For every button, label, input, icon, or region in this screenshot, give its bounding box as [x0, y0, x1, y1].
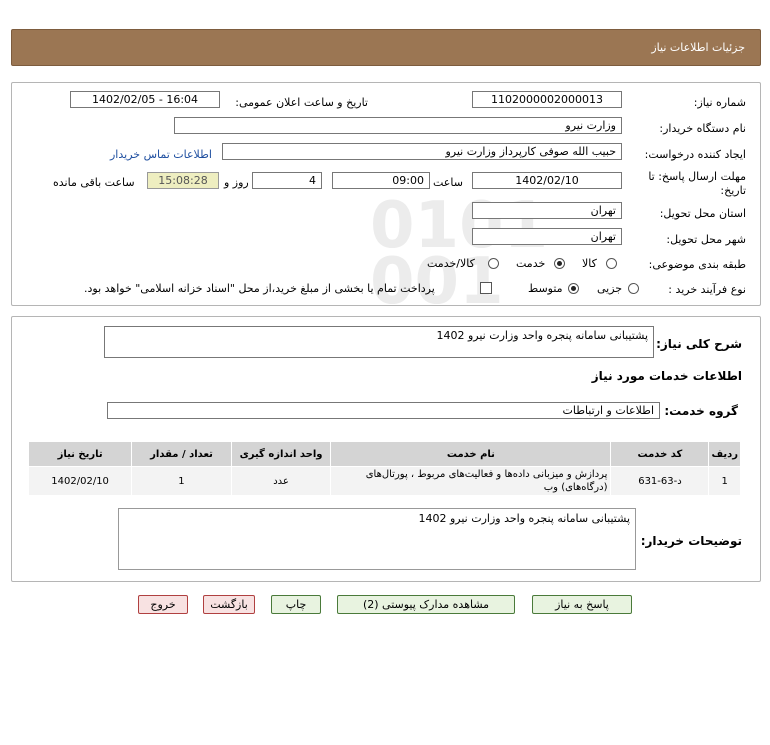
requester-field: حبیب الله صوفی کارپرداز وزارت نیرو [222, 143, 622, 160]
cell-row-number: 1 [708, 466, 741, 496]
process-option-minor: جزیی [597, 282, 623, 295]
treasury-payment-checkbox[interactable] [480, 282, 492, 294]
cell-service-name: پردازش و میزبانی داده‌ها و فعالیت‌های مر… [330, 466, 612, 496]
process-type-label: نوع فرآیند خرید : [668, 283, 746, 296]
service-group-label: گروه خدمت: [664, 404, 738, 418]
services-section-title: اطلاعات خدمات مورد نیاز [591, 369, 742, 383]
city-label: شهر محل تحویل: [666, 233, 746, 246]
back-button[interactable]: بازگشت [203, 595, 255, 614]
table-row: 1 د-63-631 پردازش و میزبانی داده‌ها و فع… [27, 466, 741, 496]
buyer-notes-label: توضیحات خریدار: [640, 534, 742, 548]
announce-date-field: 1402/02/05 - 16:04 [70, 91, 220, 108]
province-label: استان محل تحویل: [659, 207, 746, 220]
category-option-goods: کالا [582, 257, 597, 270]
category-radio-service[interactable] [554, 258, 565, 269]
need-number-field: 1102000002000013 [472, 91, 622, 108]
deadline-date-field: 1402/02/10 [472, 172, 622, 189]
col-service-code: کد خدمت [610, 441, 710, 467]
requester-label: ایجاد کننده درخواست: [644, 148, 746, 161]
process-radio-medium[interactable] [568, 283, 579, 294]
table-header-row: ردیف کد خدمت نام خدمت واحد اندازه گیری ت… [27, 441, 741, 467]
process-radio-minor[interactable] [628, 283, 639, 294]
cell-unit: عدد [230, 466, 332, 496]
need-number-label: شماره نیاز: [693, 96, 746, 109]
deadline-time-label: ساعت [433, 176, 463, 189]
deadline-label-date: تاریخ: [720, 184, 746, 197]
view-documents-button[interactable]: مشاهده مدارک پیوستی (2) [337, 595, 515, 614]
page-header: جزئیات اطلاعات نیاز [11, 29, 761, 66]
reply-button[interactable]: پاسخ به نیاز [532, 595, 632, 614]
cell-quantity: 1 [131, 466, 232, 496]
buyer-notes-field: پشتیبانی سامانه پنجره واحد وزارت نیرو 14… [118, 508, 636, 570]
services-table: ردیف کد خدمت نام خدمت واحد اندازه گیری ت… [27, 441, 741, 496]
remaining-time-label: ساعت باقی مانده [53, 176, 135, 189]
treasury-payment-note: پرداخت تمام یا بخشی از مبلغ خرید،از محل … [84, 282, 435, 295]
category-option-service: خدمت [516, 257, 546, 270]
buyer-org-label: نام دستگاه خریدار: [659, 122, 746, 135]
remaining-time-field: 15:08:28 [147, 172, 219, 189]
col-need-date: تاریخ نیاز [27, 441, 133, 467]
col-quantity: تعداد / مقدار [131, 441, 232, 467]
buyer-contact-link[interactable]: اطلاعات تماس خریدار [110, 148, 212, 161]
category-option-goods-service: کالا/خدمت [427, 257, 475, 270]
province-field: تهران [472, 202, 622, 219]
category-label: طبقه بندی موضوعی: [648, 258, 746, 271]
page-title: جزئیات اطلاعات نیاز [651, 41, 745, 54]
deadline-time-field: 09:00 [332, 172, 430, 189]
summary-label: شرح کلی نیاز: [656, 337, 742, 351]
cell-need-date: 1402/02/10 [27, 466, 133, 496]
col-service-name: نام خدمت [330, 441, 612, 467]
announce-date-label: تاریخ و ساعت اعلان عمومی: [235, 96, 368, 109]
days-label: روز و [224, 176, 249, 189]
col-row-number: ردیف [708, 441, 741, 467]
buyer-org-field: وزارت نیرو [174, 117, 622, 134]
days-field: 4 [252, 172, 322, 189]
process-option-medium: متوسط [528, 282, 563, 295]
service-group-field: اطلاعات و ارتباطات [107, 402, 660, 419]
col-unit: واحد اندازه گیری [230, 441, 332, 467]
exit-button[interactable]: خروج [138, 595, 188, 614]
deadline-label: مهلت ارسال پاسخ: تا [648, 170, 746, 183]
city-field: تهران [472, 228, 622, 245]
cell-service-code: د-63-631 [610, 466, 710, 496]
print-button[interactable]: چاپ [271, 595, 321, 614]
need-info-panel [11, 82, 761, 306]
summary-field: پشتیبانی سامانه پنجره واحد وزارت نیرو 14… [104, 326, 654, 358]
category-radio-goods-service[interactable] [488, 258, 499, 269]
category-radio-goods[interactable] [606, 258, 617, 269]
